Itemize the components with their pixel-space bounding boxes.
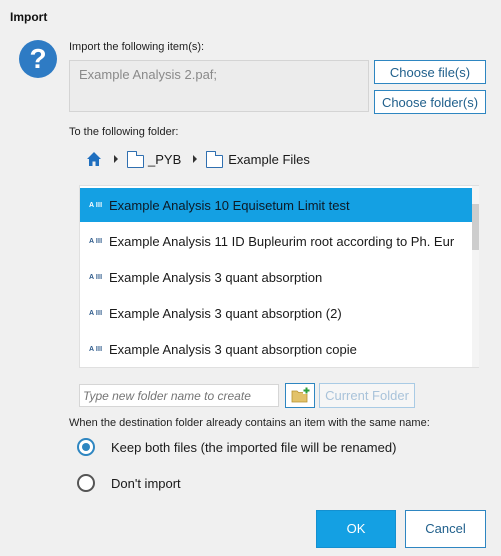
list-item[interactable]: A III Example Analysis 3 quant absorptio…: [80, 260, 472, 294]
home-icon[interactable]: [86, 151, 102, 167]
new-folder-name-input[interactable]: [79, 384, 279, 407]
list-scrollbar-thumb[interactable]: [472, 204, 479, 250]
dialog-title: Import: [10, 10, 48, 24]
cancel-button[interactable]: Cancel: [405, 510, 486, 548]
add-folder-icon: [291, 387, 310, 403]
ok-button[interactable]: OK: [316, 510, 396, 548]
analysis-file-icon: A III: [89, 273, 103, 281]
folder-list[interactable]: A III Example Analysis 10 Equisetum Limi…: [79, 185, 479, 368]
analysis-file-icon: A III: [89, 309, 103, 317]
list-item[interactable]: A III Example Analysis 3 quant absorptio…: [80, 296, 472, 330]
breadcrumb: _PYB Example Files: [86, 150, 310, 168]
destination-label: To the following folder:: [69, 126, 179, 138]
keep-both-option[interactable]: Keep both files (the imported file will …: [77, 438, 396, 456]
keep-both-label: Keep both files (the imported file will …: [111, 439, 397, 455]
folder-icon: [126, 150, 144, 168]
list-item[interactable]: A III Example Analysis 10 Equisetum Limi…: [80, 188, 472, 222]
dont-import-option[interactable]: Don't import: [77, 474, 181, 492]
list-item-label: Example Analysis 3 quant absorption copi…: [109, 341, 357, 357]
analysis-file-icon: A III: [89, 345, 103, 353]
dont-import-radio[interactable]: [77, 474, 95, 492]
list-item-label: Example Analysis 3 quant absorption (2): [109, 305, 342, 321]
import-items-value: Example Analysis 2.paf;: [79, 67, 218, 82]
breadcrumb-separator-icon: [193, 155, 198, 163]
list-item-label: Example Analysis 10 Equisetum Limit test: [109, 197, 350, 213]
list-item[interactable]: A III Example Analysis 3 quant absorptio…: [80, 332, 472, 366]
keep-both-radio[interactable]: [77, 438, 95, 456]
analysis-file-icon: A III: [89, 201, 103, 209]
question-icon: ?: [19, 40, 57, 78]
analysis-file-icon: A III: [89, 237, 103, 245]
create-folder-button[interactable]: [285, 383, 315, 408]
import-items-field[interactable]: Example Analysis 2.paf;: [69, 60, 369, 112]
list-item-label: Example Analysis 11 ID Bupleurim root ac…: [109, 233, 455, 249]
current-folder-button[interactable]: Current Folder: [319, 383, 415, 408]
choose-files-button[interactable]: Choose file(s): [374, 60, 486, 84]
dont-import-label: Don't import: [111, 475, 181, 491]
breadcrumb-item-example-files[interactable]: Example Files: [228, 152, 310, 167]
choose-folders-button[interactable]: Choose folder(s): [374, 90, 486, 114]
conflict-label: When the destination folder already cont…: [69, 417, 430, 429]
list-item[interactable]: A III Example Analysis 11 ID Bupleurim r…: [80, 224, 472, 258]
folder-icon: [205, 150, 224, 168]
list-item-label: Example Analysis 3 quant absorption: [109, 269, 323, 285]
breadcrumb-item-pyb[interactable]: _PYB: [148, 152, 181, 167]
breadcrumb-separator-icon: [114, 155, 118, 163]
import-items-label: Import the following item(s):: [69, 41, 205, 53]
